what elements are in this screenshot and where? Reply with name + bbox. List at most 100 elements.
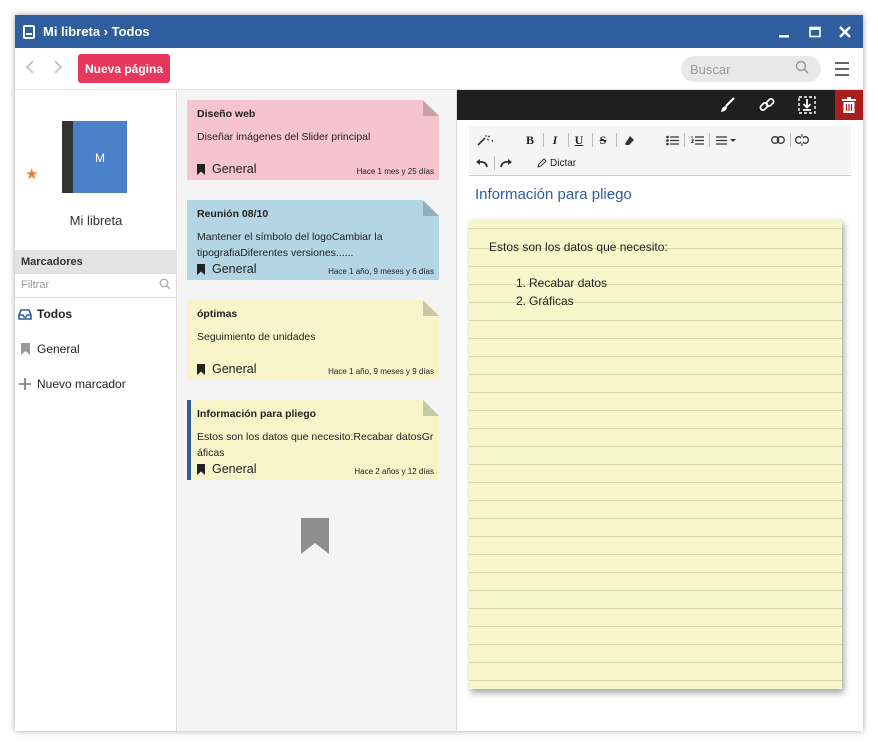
import-icon [798,96,816,114]
filter-placeholder: Filtrar [21,279,50,291]
note-preview: Diseñar imágenes del Slider principal [197,131,371,143]
title-bar: Mi libreta › Todos [15,15,863,48]
note-tag: General [197,362,256,376]
sidebar-item-todos[interactable]: Todos [18,307,72,321]
forward-button[interactable] [53,58,63,79]
bookmark-placeholder-icon [301,518,329,554]
bookmark-icon [18,343,32,355]
redo-icon [500,158,512,167]
sidebar-item-general[interactable]: General [18,342,80,356]
app-window: Mi libreta › Todos Nueva página Buscar ★ [15,15,863,731]
inbox-icon [18,308,32,320]
note-tag: General [197,262,256,276]
magic-wand-icon [477,135,493,146]
note-title: Información para pliego [197,408,317,420]
note-title: Reunión 08/10 [197,208,269,220]
notebook-name[interactable]: Mi libreta [15,213,177,228]
import-button[interactable] [793,90,821,120]
eraser-icon [624,135,634,145]
insert-link-button[interactable] [771,132,785,148]
link-icon [771,136,785,144]
minimize-button[interactable] [769,15,799,48]
italic-button[interactable]: I [549,132,561,148]
undo-icon [476,158,488,167]
bookmark-icon [197,364,205,375]
note-tag: General [197,162,256,176]
star-icon[interactable]: ★ [25,165,38,183]
note-editor: B I U S Dictar Información para pliego E… [457,90,863,731]
separator [494,156,495,170]
dictate-label: Dictar [550,157,577,169]
window-title: Mi libreta › Todos [43,24,150,39]
content-list-item: Recabar datos [529,276,608,290]
note-card-selected[interactable]: Información para pliego Estos son los da… [187,400,439,480]
align-dropdown[interactable] [715,132,737,148]
sidebar-item-label: Nuevo marcador [37,377,126,391]
page-fold [423,300,439,316]
note-tag-label: General [212,462,257,476]
trash-icon [842,97,856,113]
plus-icon [18,378,32,390]
note-preview: Estos son los datos que necesito:Recabar… [197,431,434,459]
filter-input[interactable]: Filtrar [15,274,177,298]
separator [790,133,791,147]
note-tag: General [197,462,256,476]
redo-button[interactable] [499,155,513,171]
bullet-list-button[interactable] [665,132,679,148]
note-card[interactable]: óptimas Seguimiento de unidades General … [187,300,439,380]
main-toolbar: Nueva página Buscar [15,48,863,90]
page-fold [423,400,439,416]
close-icon [839,25,851,38]
underline-button[interactable]: U [573,132,585,148]
strikethrough-button[interactable]: S [597,132,609,148]
notebook-letter: M [95,151,105,165]
numbered-list-button[interactable] [690,132,704,148]
unlink-icon [795,134,809,146]
close-button[interactable] [830,15,860,48]
clear-format-button[interactable] [623,132,635,148]
format-toolbar: B I U S Dictar [469,126,851,176]
sidebar-item-new-bookmark[interactable]: Nuevo marcador [18,377,126,391]
dictate-button[interactable]: Dictar [537,155,576,171]
maximize-icon [809,26,821,37]
page-fold [423,200,439,216]
link-icon [759,98,775,111]
paint-brush-button[interactable] [713,90,741,120]
new-page-button[interactable]: Nueva página [78,54,171,83]
menu-icon [835,62,849,64]
notebook-cover[interactable]: M [62,121,127,193]
note-date: Hace 1 año, 9 meses y 9 días [328,367,434,376]
minimize-icon [779,34,789,37]
separator [592,133,593,147]
align-icon [716,135,736,145]
link-button[interactable] [753,90,781,120]
magic-format-button[interactable] [477,132,493,148]
undo-button[interactable] [475,155,489,171]
notes-list: Diseño web Diseñar imágenes del Slider p… [178,90,457,731]
note-card[interactable]: Reunión 08/10 Mantener el símbolo del lo… [187,200,439,280]
bookmark-icon [197,164,205,175]
content-list-number: 2. [516,294,527,308]
sidebar-item-label: General [37,342,80,356]
delete-button[interactable] [835,90,863,120]
content-list-number: 1. [516,276,527,290]
back-button[interactable] [25,58,35,79]
note-title-field[interactable]: Información para pliego [475,186,632,203]
note-card[interactable]: Diseño web Diseñar imágenes del Slider p… [187,100,439,180]
note-date: Hace 1 año, 9 meses y 6 días [328,267,434,276]
bold-button[interactable]: B [524,132,536,148]
search-icon [159,278,171,290]
search-placeholder: Buscar [690,61,731,77]
maximize-button[interactable] [800,15,830,48]
separator [543,133,544,147]
note-title: óptimas [197,308,238,320]
menu-button[interactable] [835,62,849,80]
note-tag-label: General [212,262,257,276]
note-content-area[interactable]: Estos son los datos que necesito: 1. Rec… [469,219,842,689]
unlink-button[interactable] [795,132,809,148]
note-preview: Seguimiento de unidades [197,331,316,343]
note-date: Hace 1 mes y 25 días [356,167,434,176]
brush-icon [721,97,735,112]
search-icon [795,60,809,74]
search-input[interactable]: Buscar [681,56,821,82]
